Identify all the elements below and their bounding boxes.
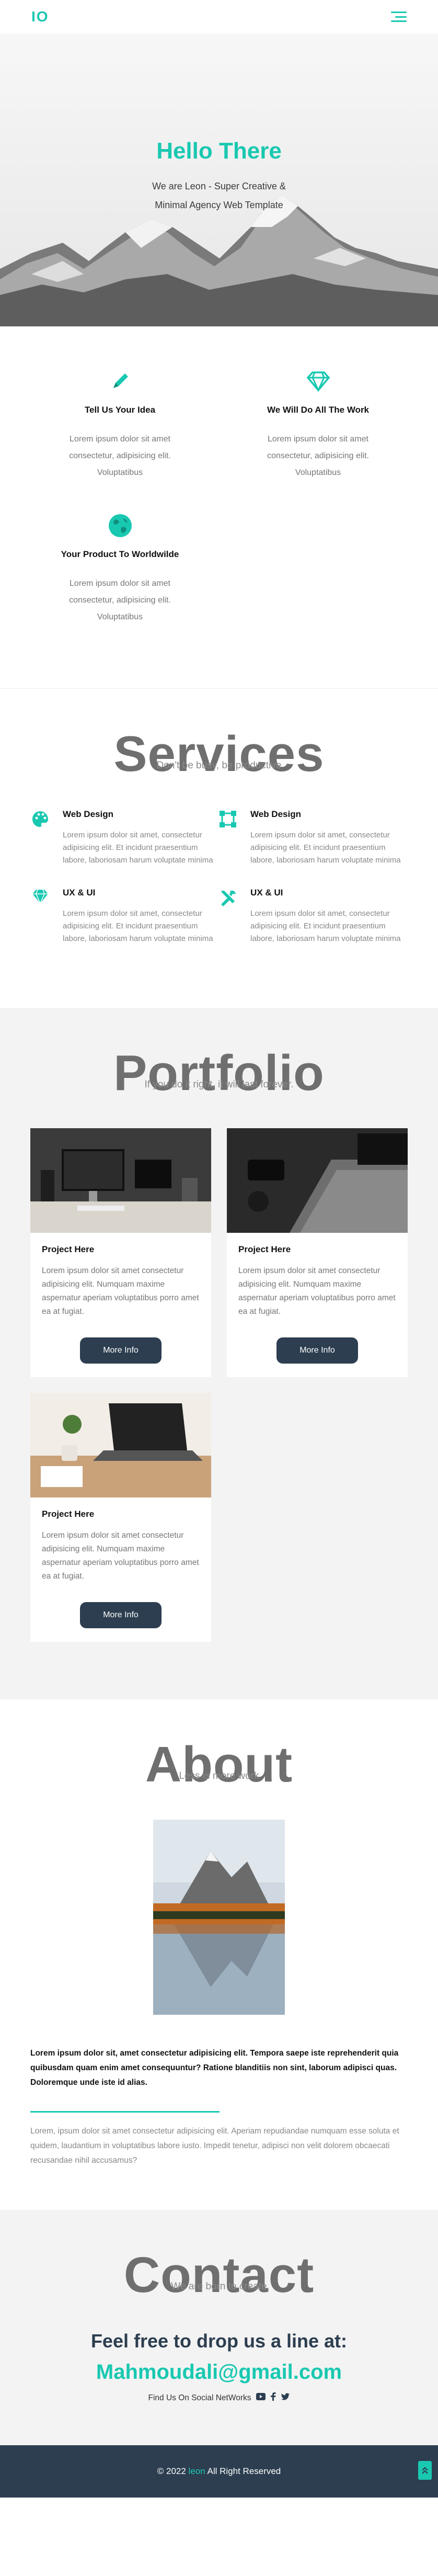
- project-title: Project Here: [238, 1244, 291, 1254]
- site-footer: © 2022 leon All Right Reserved: [0, 2445, 438, 2498]
- palette-icon: [31, 809, 63, 867]
- copyright-year: © 2022: [157, 2466, 186, 2476]
- feature-card: We Will Do All The Work Lorem ipsum dolo…: [219, 368, 417, 481]
- feature-text: Lorem ipsum dolor sit amet consectetur, …: [69, 435, 171, 477]
- globe-icon: [21, 513, 219, 539]
- feature-title: Your Product To Worldwilde: [61, 549, 179, 559]
- footer-brand[interactable]: leon: [189, 2466, 205, 2476]
- scroll-to-top-button[interactable]: [418, 2461, 432, 2480]
- project-text: Lorem ipsum dolor sit amet consectetur a…: [42, 1266, 199, 1316]
- tools-icon: [219, 888, 250, 945]
- section-title: Services: [113, 726, 325, 782]
- section-title: About: [145, 1737, 293, 1792]
- hero-title: Hello There: [156, 138, 282, 164]
- social-row: Find Us On Social NetWorks: [21, 2392, 417, 2403]
- feature-title: We Will Do All The Work: [267, 405, 370, 415]
- feature-title: Tell Us Your Idea: [84, 405, 156, 415]
- twitter-icon[interactable]: [281, 2393, 290, 2403]
- logo[interactable]: IO: [31, 8, 49, 25]
- project-image: [227, 1128, 408, 1233]
- contact-email-link[interactable]: Mahmoudali@gmail.com: [21, 2361, 417, 2384]
- portfolio-card: Project Here Lorem ipsum dolor sit amet …: [30, 1393, 211, 1642]
- service-item: UX & UI Lorem ipsum dolor sit amet, cons…: [219, 888, 407, 945]
- youtube-icon[interactable]: [256, 2393, 266, 2403]
- section-subtitle: Less is more work: [179, 1771, 259, 1781]
- section-subtitle: Don't be busy, be productive: [156, 760, 282, 771]
- section-heading: Portfolio If you do it right, it will la…: [30, 1045, 408, 1107]
- gem-icon: [31, 888, 63, 945]
- service-item: Web Design Lorem ipsum dolor sit amet, c…: [219, 809, 407, 867]
- service-text: Lorem ipsum dolor sit amet, consectetur …: [63, 831, 213, 865]
- copyright-rights: All Right Reserved: [207, 2466, 281, 2476]
- feature-card: Tell Us Your Idea Lorem ipsum dolor sit …: [21, 368, 219, 481]
- hamburger-icon[interactable]: [391, 12, 407, 22]
- section-subtitle: We are born to create: [171, 2281, 267, 2292]
- about-section: About Less is more work Lorem ipsum dolo…: [0, 1699, 438, 2210]
- section-heading: Contact We are born to create: [21, 2246, 417, 2309]
- services-section: Services Don't be busy, be productive We…: [0, 688, 438, 1008]
- more-info-button[interactable]: More Info: [276, 1337, 358, 1364]
- hero-subtitle: We are Leon - Super Creative & Minimal A…: [152, 181, 286, 210]
- about-image: [153, 1820, 285, 2015]
- divider: [30, 2111, 220, 2113]
- vector-square-icon: [219, 809, 250, 867]
- facebook-icon[interactable]: [271, 2392, 276, 2403]
- section-title: Portfolio: [113, 1045, 325, 1101]
- portfolio-section: Portfolio If you do it right, it will la…: [0, 1008, 438, 1699]
- service-item: UX & UI Lorem ipsum dolor sit amet, cons…: [31, 888, 219, 945]
- service-title: Web Design: [250, 809, 301, 819]
- hero-section: Hello There We are Leon - Super Creative…: [0, 33, 438, 326]
- diamond-icon: [219, 368, 417, 394]
- features-section: Tell Us Your Idea Lorem ipsum dolor sit …: [0, 326, 438, 688]
- contact-drop-line: Feel free to drop us a line at:: [90, 2330, 348, 2352]
- section-title: Contact: [123, 2247, 315, 2303]
- service-item: Web Design Lorem ipsum dolor sit amet, c…: [31, 809, 219, 867]
- section-heading: Services Don't be busy, be productive: [31, 725, 407, 788]
- more-info-button[interactable]: More Info: [80, 1337, 162, 1364]
- about-text: Lorem, ipsum dolor sit amet consectetur …: [30, 2127, 399, 2165]
- contact-section: Contact We are born to create Feel free …: [0, 2210, 438, 2445]
- pencil-icon: [21, 368, 219, 394]
- social-label: Find Us On Social NetWorks: [148, 2393, 251, 2402]
- project-image: [30, 1393, 211, 1497]
- service-title: UX & UI: [63, 888, 96, 898]
- project-text: Lorem ipsum dolor sit amet consectetur a…: [42, 1531, 199, 1581]
- service-text: Lorem ipsum dolor sit amet, consectetur …: [250, 909, 401, 943]
- about-bold-text: Lorem ipsum dolor sit, amet consectetur …: [30, 2049, 399, 2087]
- project-text: Lorem ipsum dolor sit amet consectetur a…: [238, 1266, 396, 1316]
- service-title: UX & UI: [250, 888, 283, 898]
- site-header: IO: [0, 0, 438, 33]
- portfolio-card: Project Here Lorem ipsum dolor sit amet …: [30, 1128, 211, 1377]
- project-title: Project Here: [42, 1509, 95, 1519]
- double-chevron-up-icon: [422, 2467, 428, 2474]
- project-image: [30, 1128, 211, 1233]
- feature-text: Lorem ipsum dolor sit amet consectetur, …: [69, 579, 171, 621]
- service-title: Web Design: [63, 809, 113, 819]
- service-text: Lorem ipsum dolor sit amet, consectetur …: [63, 909, 213, 943]
- feature-card: Your Product To Worldwilde Lorem ipsum d…: [21, 513, 219, 626]
- service-text: Lorem ipsum dolor sit amet, consectetur …: [250, 831, 401, 865]
- copyright-text: © 2022 leon All Right Reserved: [157, 2466, 281, 2477]
- section-subtitle: If you do it right, it will last forever…: [144, 1079, 294, 1090]
- more-info-button[interactable]: More Info: [80, 1602, 162, 1628]
- feature-text: Lorem ipsum dolor sit amet consectetur, …: [267, 435, 369, 477]
- section-heading: About Less is more work: [30, 1736, 408, 1799]
- portfolio-card: Project Here Lorem ipsum dolor sit amet …: [227, 1128, 408, 1377]
- project-title: Project Here: [42, 1244, 95, 1254]
